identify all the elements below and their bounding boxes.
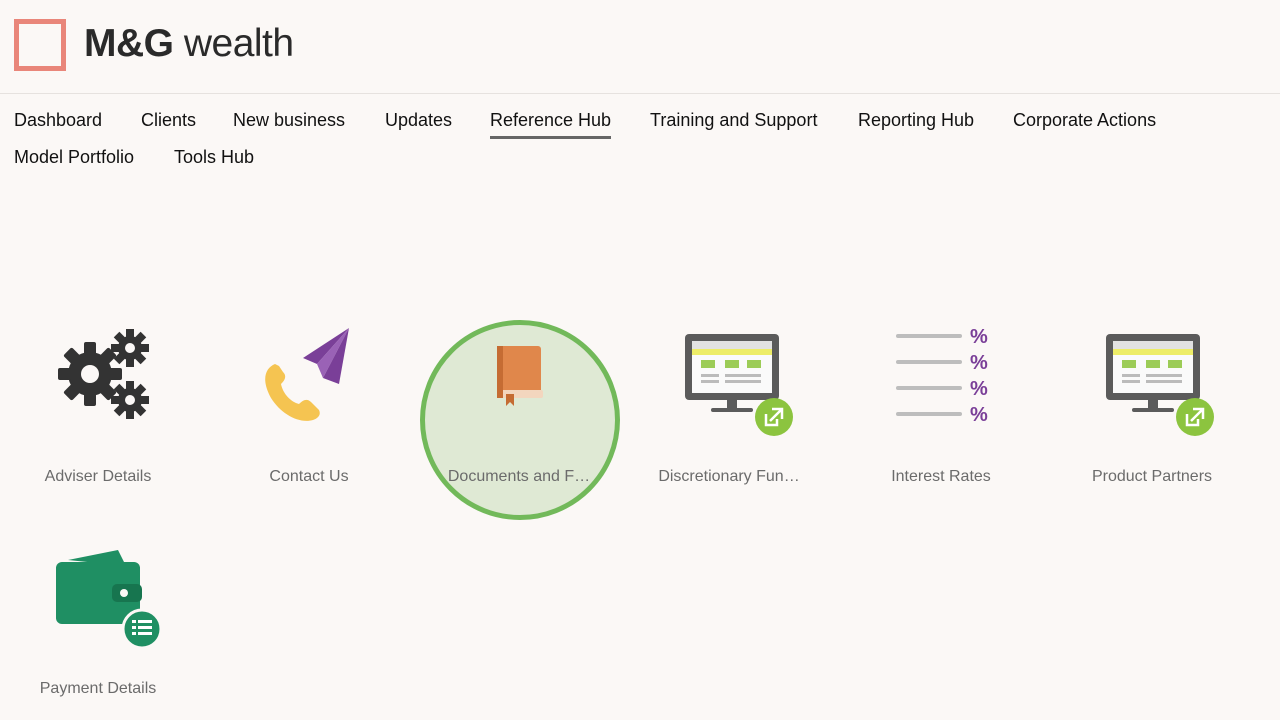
svg-text:%: % [970,352,988,374]
nav-item-new-business[interactable]: New business [233,110,345,131]
tile-payment-details[interactable]: Payment Details [8,540,188,720]
monitor-external-link-icon [1106,334,1214,436]
svg-text:%: % [970,378,988,400]
wallet-list-icon [56,550,163,650]
nav-item-reporting-hub[interactable]: Reporting Hub [858,110,974,131]
nav-item-corporate-actions[interactable]: Corporate Actions [1013,110,1156,131]
nav-item-reference-hub[interactable]: Reference Hub [490,110,612,139]
gears-icon [58,329,149,419]
nav-item-updates[interactable]: Updates [385,110,452,131]
tile-label: Documents and F… [447,468,591,485]
tile-label: Interest Rates [891,468,991,485]
tile-label: Payment Details [39,680,157,697]
tile-product-partners[interactable]: Product Partners [1062,328,1242,508]
tile-adviser-details[interactable]: Adviser Details [8,328,188,508]
nav-item-dashboard[interactable]: Dashboard [14,110,102,131]
phone-paper-plane-icon [265,328,349,421]
tile-interest-rates[interactable]: % % % % Interest Rates [851,328,1031,508]
monitor-external-link-icon [685,334,793,436]
tile-contact-us[interactable]: Contact Us [219,328,399,508]
tile-documents-and-forms[interactable]: Documents and F… [429,328,609,508]
nav-item-clients[interactable]: Clients [141,110,196,131]
tile-label: Adviser Details [44,468,152,485]
tile-label: Product Partners [1091,468,1213,485]
book-icon [497,346,543,406]
tile-label: Discretionary Fun… [658,468,800,485]
brand-logo-mark [14,19,66,71]
tile-discretionary-funds[interactable]: Discretionary Fun… [639,328,819,508]
svg-text:%: % [970,328,988,348]
svg-text:%: % [970,404,988,426]
percent-list-icon: % % % % [896,328,988,426]
nav-item-training-and-support[interactable]: Training and Support [650,110,817,131]
tile-label: Contact Us [269,468,349,485]
brand-logo-text[interactable]: M&G wealth [84,22,294,66]
app-header: M&G wealth [0,0,1280,94]
nav-item-tools-hub[interactable]: Tools Hub [174,147,254,168]
nav-item-model-portfolio[interactable]: Model Portfolio [14,147,134,168]
